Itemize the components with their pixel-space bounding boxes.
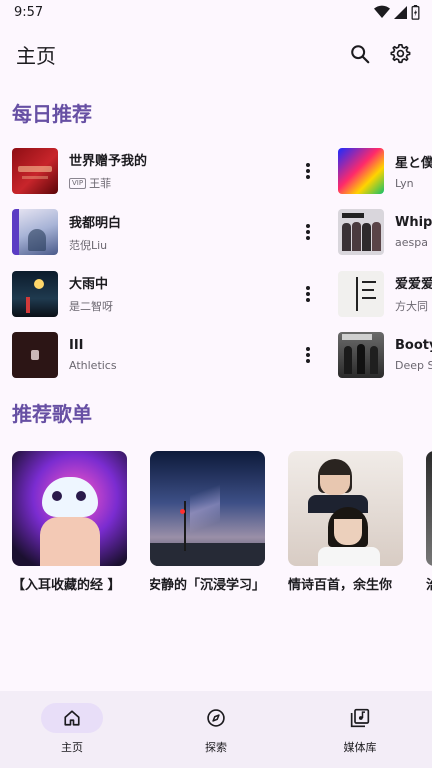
bottom-navigation: 主页 探索 媒体库 xyxy=(0,691,432,768)
song-row[interactable]: 大雨中 是二智呀 xyxy=(12,263,312,325)
album-cover xyxy=(12,209,58,256)
nav-label-home: 主页 xyxy=(61,741,83,754)
song-row[interactable]: 星と僕 Lyn xyxy=(338,140,432,202)
page-title: 主页 xyxy=(16,43,56,68)
daily-column-right: 星と僕 Lyn Whiplash aespa 爱爱爱 方大同 xyxy=(338,140,432,386)
search-icon xyxy=(351,45,370,64)
nav-indicator xyxy=(41,703,103,733)
compass-icon xyxy=(207,709,225,727)
song-title: 爱爱爱 xyxy=(395,277,432,293)
more-options-button[interactable] xyxy=(296,344,320,366)
settings-button[interactable] xyxy=(380,34,420,74)
song-title: Whiplash xyxy=(395,215,432,231)
song-row[interactable]: 我都明白 范倪Liu xyxy=(12,202,312,264)
nav-label-explore: 探索 xyxy=(205,741,227,754)
song-title: III xyxy=(69,338,84,354)
search-button[interactable] xyxy=(340,34,380,74)
song-artist: 方大同 xyxy=(395,300,428,314)
status-bar: 9:57 xyxy=(0,0,432,24)
song-row[interactable]: Whiplash aespa xyxy=(338,202,432,264)
song-row[interactable]: 世界赠予我的 VIP 王菲 xyxy=(12,140,312,202)
song-row[interactable]: Booty Deep S xyxy=(338,325,432,387)
more-vert-icon xyxy=(306,162,310,179)
vip-badge: VIP xyxy=(69,177,87,189)
song-artist: Athletics xyxy=(69,359,117,373)
song-artist: 王菲 xyxy=(89,177,112,191)
playlist-title: 情诗百首，余生你 xyxy=(288,578,393,593)
playlist-card[interactable]: 治 xyxy=(426,451,432,593)
nav-label-library: 媒体库 xyxy=(343,741,377,754)
signal-icon xyxy=(394,5,407,19)
song-title: 我都明白 xyxy=(69,215,122,231)
song-artist: Deep S xyxy=(395,359,432,373)
song-artist: Lyn xyxy=(395,176,414,190)
nav-indicator xyxy=(329,703,391,733)
more-vert-icon xyxy=(306,285,310,302)
song-row[interactable]: 爱爱爱 方大同 xyxy=(338,263,432,325)
song-title: 星と僕 xyxy=(395,155,432,171)
home-icon xyxy=(64,710,80,726)
album-cover xyxy=(12,147,58,194)
playlist-carousel[interactable]: 【 入耳收藏的经】 「沉浸学习」在安静的 情诗百首，余生你 治 xyxy=(12,451,432,601)
album-cover xyxy=(12,332,58,379)
daily-column-left: 世界赠予我的 VIP 王菲 我都明白 范倪Liu 大雨中 是二智呀 III At… xyxy=(12,140,312,386)
status-time: 9:57 xyxy=(14,4,44,20)
gear-icon xyxy=(390,44,411,64)
playlist-cover xyxy=(288,451,403,566)
daily-section-title: 每日推荐 xyxy=(12,102,92,126)
more-vert-icon xyxy=(306,347,310,364)
library-icon xyxy=(350,708,370,728)
album-cover xyxy=(338,332,384,379)
playlist-section-title: 推荐歌单 xyxy=(12,402,92,426)
playlist-title: 「沉浸学习」在安静的 xyxy=(150,578,265,593)
album-cover xyxy=(338,209,384,256)
wifi-icon xyxy=(374,5,390,19)
song-artist: 是二智呀 xyxy=(69,300,113,314)
song-title: 世界赠予我的 xyxy=(69,154,148,170)
battery-icon xyxy=(411,4,420,20)
song-row[interactable]: III Athletics xyxy=(12,325,312,387)
nav-item-home[interactable]: 主页 xyxy=(0,691,144,755)
more-vert-icon xyxy=(306,224,310,241)
album-cover xyxy=(338,147,384,194)
playlist-card[interactable]: 情诗百首，余生你 xyxy=(288,451,403,593)
playlist-title: 治 xyxy=(426,574,432,593)
playlist-card[interactable]: 【 入耳收藏的经】 xyxy=(12,451,127,593)
song-artist: 范倪Liu xyxy=(69,238,108,252)
status-icons xyxy=(374,4,420,20)
playlist-card[interactable]: 「沉浸学习」在安静的 xyxy=(150,451,265,593)
playlist-cover xyxy=(12,451,127,566)
nav-item-library[interactable]: 媒体库 xyxy=(288,691,432,755)
album-cover xyxy=(338,270,384,317)
song-title: Booty xyxy=(395,338,432,354)
more-options-button[interactable] xyxy=(296,221,320,243)
playlist-title: 【 入耳收藏的经】 xyxy=(12,578,121,593)
more-options-button[interactable] xyxy=(296,283,320,305)
playlist-cover xyxy=(426,451,432,566)
playlist-cover xyxy=(150,451,265,566)
song-title: 大雨中 xyxy=(69,277,109,293)
nav-indicator xyxy=(185,703,247,733)
more-options-button[interactable] xyxy=(296,160,320,182)
nav-item-explore[interactable]: 探索 xyxy=(144,691,288,755)
top-app-bar: 主页 xyxy=(0,30,432,78)
song-artist: aespa xyxy=(395,236,428,250)
album-cover xyxy=(12,270,58,317)
